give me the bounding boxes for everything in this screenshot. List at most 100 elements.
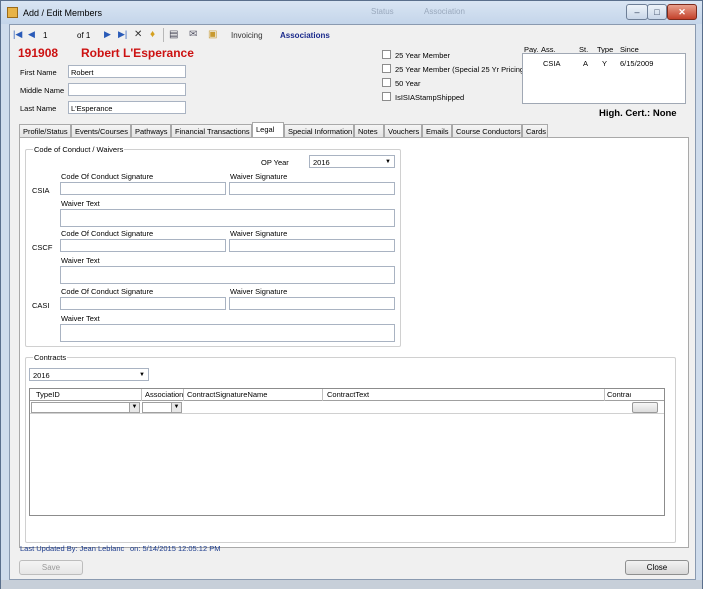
tab-financial-transactions[interactable]: Financial Transactions <box>171 124 252 137</box>
waiver-text-label: Waiver Text <box>61 314 100 323</box>
tab-profile-status[interactable]: Profile/Status <box>19 124 71 137</box>
tab-notes[interactable]: Notes <box>354 124 384 137</box>
column-divider <box>322 389 323 401</box>
delete-icon[interactable]: ✕ <box>134 29 142 40</box>
checkbox-label: IsISIAStampShipped <box>395 93 465 102</box>
op-year-label: OP Year <box>261 158 289 167</box>
tab-pathways[interactable]: Pathways <box>131 124 171 137</box>
section-label-casi: CASI <box>32 301 50 310</box>
col-header-association[interactable]: Association <box>145 390 183 399</box>
casi-coc-signature-field[interactable] <box>60 297 226 310</box>
middle-name-label: Middle Name <box>20 86 65 95</box>
csia-waiver-text-field[interactable] <box>60 209 395 227</box>
next-record-icon[interactable]: ▶ <box>104 29 111 40</box>
last-record-icon[interactable]: ▶| <box>118 29 127 40</box>
tab-cards[interactable]: Cards <box>522 124 548 137</box>
assoc-cell-since[interactable]: 6/15/2009 <box>620 59 653 68</box>
record-count: of 1 <box>77 31 91 40</box>
title-bar: Add / Edit Members Status Association – … <box>1 1 702 24</box>
casi-waiver-text-field[interactable] <box>60 324 395 342</box>
chevron-down-icon: ▼ <box>385 159 391 165</box>
contracts-grid[interactable]: TypeID Association ContractSignatureName… <box>29 388 665 516</box>
checkbox-isia-stamp-shipped[interactable] <box>382 92 391 101</box>
op-year-select[interactable]: 2016 ▼ <box>309 155 395 168</box>
checkbox-label: 25 Year Member (Special 25 Yr Pricing) <box>395 65 527 74</box>
contract-file-button[interactable] <box>632 402 658 413</box>
tab-emails[interactable]: Emails <box>422 124 452 137</box>
legal-tab-panel: Code of Conduct / Waivers OP Year 2016 ▼ … <box>19 137 689 548</box>
folder-icon[interactable]: ▣ <box>208 29 217 40</box>
last-name-field[interactable]: L'Esperance <box>68 101 186 114</box>
form-client-area: |◀ ◀ 1 of 1 ▶ ▶| ✕ ♦ ▤ ✉ ▣ Invoicing Ass… <box>9 24 696 580</box>
tab-events-courses[interactable]: Events/Courses <box>71 124 131 137</box>
col-header-contract-text[interactable]: ContractText <box>327 390 597 399</box>
background-association-text: Association <box>424 7 465 16</box>
cscf-coc-signature-field[interactable] <box>60 239 226 252</box>
associations-button[interactable]: Associations <box>280 31 330 40</box>
close-button[interactable]: Close <box>625 560 689 575</box>
chevron-down-icon[interactable]: ▼ <box>129 403 139 412</box>
typeid-combo[interactable]: ▼ <box>31 402 140 413</box>
last-name-label: Last Name <box>20 104 57 113</box>
code-of-conduct-group-title: Code of Conduct / Waivers <box>33 145 125 154</box>
assoc-cell-ass[interactable]: CSIA <box>543 59 561 68</box>
previous-record-icon[interactable]: ◀ <box>28 29 35 40</box>
window-title: Add / Edit Members <box>23 8 103 18</box>
first-name-label: First Name <box>20 68 57 77</box>
close-window-button[interactable]: ✕ <box>667 4 697 20</box>
middle-name-field[interactable] <box>68 83 186 96</box>
cscf-waiver-signature-field[interactable] <box>229 239 395 252</box>
checkbox-label: 25 Year Member <box>395 51 451 60</box>
csia-coc-signature-field[interactable] <box>60 182 226 195</box>
col-header-typeid[interactable]: TypeID <box>36 390 136 399</box>
assoc-cell-st[interactable]: A <box>583 59 588 68</box>
association-combo[interactable]: ▼ <box>142 402 182 413</box>
print-icon[interactable]: ▤ <box>169 29 178 40</box>
contracts-group-title: Contracts <box>33 353 68 362</box>
record-position[interactable]: 1 <box>43 31 47 40</box>
column-divider <box>141 389 142 401</box>
first-name-field[interactable]: Robert <box>68 65 186 78</box>
invoicing-button[interactable]: Invoicing <box>231 31 263 40</box>
cscf-waiver-text-field[interactable] <box>60 266 395 284</box>
contracts-new-row[interactable]: ▼ ▼ <box>30 401 664 414</box>
member-id: 191908 <box>18 46 59 60</box>
tab-course-conductors[interactable]: Course Conductors <box>452 124 522 137</box>
contracts-year-select[interactable]: 2016 ▼ <box>29 368 149 381</box>
assoc-cell-type[interactable]: Y <box>602 59 607 68</box>
minimize-button[interactable]: – <box>626 4 648 20</box>
email-icon[interactable]: ✉ <box>189 29 197 40</box>
last-updated-by: Last Updated By: Jean Leblanc <box>20 544 125 553</box>
save-button[interactable]: Save <box>19 560 83 575</box>
csia-waiver-signature-field[interactable] <box>229 182 395 195</box>
highest-certification: High. Cert.: None <box>599 108 677 119</box>
waiver-text-label: Waiver Text <box>61 256 100 265</box>
col-header-contract[interactable]: Contract <box>607 390 631 399</box>
contracts-year-value: 2016 <box>33 371 50 380</box>
contracts-grid-header: TypeID Association ContractSignatureName… <box>30 389 664 401</box>
checkbox-label: 50 Year <box>395 79 421 88</box>
section-label-cscf: CSCF <box>32 243 53 252</box>
section-label-csia: CSIA <box>32 186 50 195</box>
chevron-down-icon[interactable]: ▼ <box>171 403 181 412</box>
column-divider <box>183 389 184 401</box>
background-status-text: Status <box>371 7 394 16</box>
coc-signature-label: Code Of Conduct Signature <box>61 287 154 296</box>
tab-special-information[interactable]: Special Information <box>284 124 354 137</box>
hint-bulb-icon[interactable]: ♦ <box>150 29 155 40</box>
checkbox-25-year-member[interactable] <box>382 50 391 59</box>
col-header-contract-signature-name[interactable]: ContractSignatureName <box>187 390 322 399</box>
checkbox-50-year[interactable] <box>382 78 391 87</box>
maximize-button[interactable]: □ <box>647 4 667 20</box>
checkbox-25-year-special[interactable] <box>382 64 391 73</box>
members-window: Add / Edit Members Status Association – … <box>0 0 703 589</box>
waiver-text-label: Waiver Text <box>61 199 100 208</box>
first-record-icon[interactable]: |◀ <box>13 29 22 40</box>
op-year-value: 2016 <box>313 158 330 167</box>
chevron-down-icon: ▼ <box>139 372 145 378</box>
tab-vouchers[interactable]: Vouchers <box>384 124 422 137</box>
toolbar: |◀ ◀ 1 of 1 ▶ ▶| ✕ ♦ ▤ ✉ ▣ Invoicing Ass… <box>10 25 695 45</box>
casi-waiver-signature-field[interactable] <box>229 297 395 310</box>
tab-legal[interactable]: Legal <box>252 122 284 137</box>
coc-signature-label: Code Of Conduct Signature <box>61 172 154 181</box>
